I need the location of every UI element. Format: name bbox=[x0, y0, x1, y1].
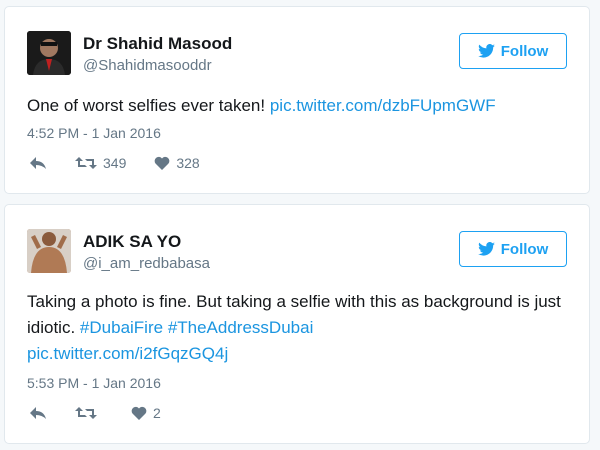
like-count: 2 bbox=[153, 405, 161, 421]
reply-button[interactable] bbox=[29, 156, 47, 170]
hashtag-link[interactable]: #TheAddressDubai bbox=[168, 318, 314, 337]
tweet-link[interactable]: pic.twitter.com/i2fGqzGQ4j bbox=[27, 344, 228, 363]
like-button[interactable]: 2 bbox=[131, 405, 161, 421]
follow-label: Follow bbox=[500, 240, 549, 258]
tweet-text: One of worst selfies ever taken! pic.twi… bbox=[27, 93, 577, 119]
retweet-icon bbox=[75, 157, 97, 169]
tweet-card: Dr Shahid Masood @Shahidmasooddr Follow … bbox=[4, 6, 590, 194]
follow-label: Follow bbox=[500, 42, 549, 60]
reply-icon bbox=[30, 407, 46, 419]
tweet-card: ADIK SA YO @i_am_redbabasa Follow Taking… bbox=[4, 204, 590, 444]
user-handle[interactable]: @i_am_redbabasa bbox=[83, 255, 210, 272]
twitter-bird-icon bbox=[477, 242, 495, 256]
reply-icon bbox=[30, 157, 46, 169]
tweet-text: Taking a photo is fine. But taking a sel… bbox=[27, 289, 577, 367]
retweet-button[interactable] bbox=[75, 406, 103, 420]
timestamp[interactable]: 5:53 PM - 1 Jan 2016 bbox=[27, 375, 161, 391]
tweet-actions: 349 328 bbox=[29, 155, 228, 171]
retweet-button[interactable]: 349 bbox=[75, 155, 126, 171]
follow-button[interactable]: Follow bbox=[459, 33, 567, 69]
like-count: 328 bbox=[176, 155, 200, 171]
tweet-body: One of worst selfies ever taken! bbox=[27, 96, 270, 115]
retweet-icon bbox=[75, 407, 97, 419]
user-handle[interactable]: @Shahidmasooddr bbox=[83, 57, 212, 74]
reply-button[interactable] bbox=[29, 406, 47, 420]
heart-icon bbox=[155, 156, 170, 170]
tweet-actions: 2 bbox=[29, 405, 189, 421]
display-name[interactable]: ADIK SA YO bbox=[83, 232, 181, 252]
like-button[interactable]: 328 bbox=[154, 155, 200, 171]
avatar[interactable] bbox=[27, 31, 71, 75]
retweet-count: 349 bbox=[103, 155, 127, 171]
avatar[interactable] bbox=[27, 229, 71, 273]
timestamp[interactable]: 4:52 PM - 1 Jan 2016 bbox=[27, 125, 161, 141]
display-name[interactable]: Dr Shahid Masood bbox=[83, 34, 232, 54]
twitter-bird-icon bbox=[477, 44, 495, 58]
tweet-link[interactable]: pic.twitter.com/dzbFUpmGWF bbox=[270, 96, 496, 115]
hashtag-link[interactable]: #DubaiFire bbox=[80, 318, 163, 337]
heart-icon bbox=[131, 406, 147, 420]
follow-button[interactable]: Follow bbox=[459, 231, 567, 267]
